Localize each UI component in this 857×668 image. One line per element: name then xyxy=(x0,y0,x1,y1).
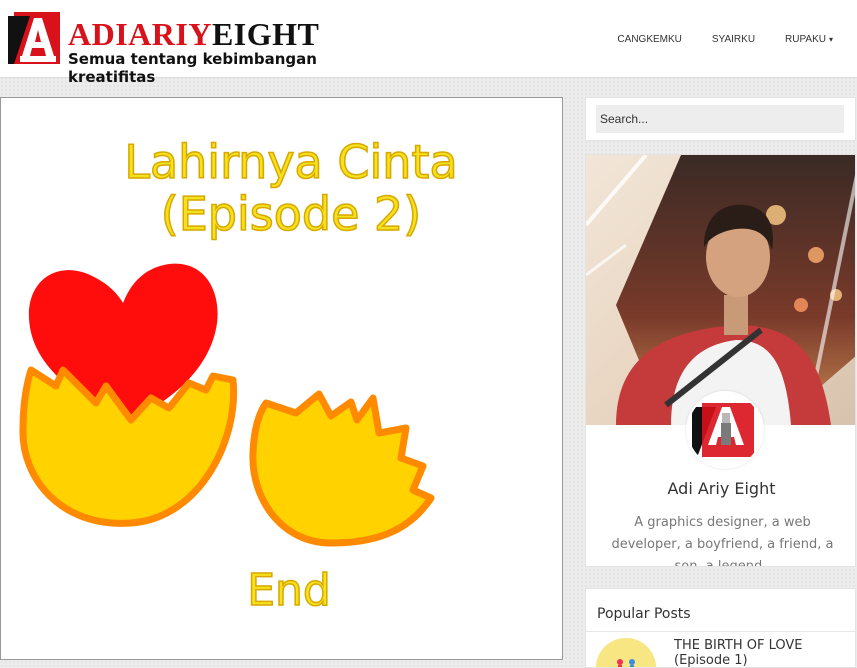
search-widget xyxy=(585,97,856,141)
site-logo[interactable]: ADIARIYEIGHT Semua tentang kebimbangan k… xyxy=(8,12,388,86)
popular-post-thumbnail[interactable] xyxy=(596,638,656,667)
post-image-card[interactable]: Lahirnya Cinta (Episode 2) End xyxy=(0,97,563,660)
logo-wordmark: ADIARIYEIGHT xyxy=(68,18,319,50)
cover-photo-image xyxy=(586,155,855,425)
popular-posts-title: Popular Posts xyxy=(597,606,691,622)
profile-name: Adi Ariy Eight xyxy=(667,479,776,498)
nav-item-rupaku-label: RUPAKU xyxy=(785,34,826,45)
avatar-logo-icon xyxy=(688,393,762,467)
popular-posts-widget: Popular Posts THE BIRTH OF LOVE (Episode… xyxy=(585,588,856,668)
main-nav: CANGKEMKU SYAIRKU RUPAKU ▾ xyxy=(617,34,833,45)
logo-mark-icon xyxy=(8,12,60,64)
post-illustration: Lahirnya Cinta (Episode 2) End xyxy=(19,134,458,617)
site-tagline: Semua tentang kebimbangan kreatifitas xyxy=(68,50,317,86)
illustration-title-line1: Lahirnya Cinta xyxy=(124,135,457,189)
egg-shell-top-icon xyxy=(249,390,435,547)
illustration-title-line2: (Episode 2) xyxy=(161,187,421,241)
site-header: ADIARIYEIGHT Semua tentang kebimbangan k… xyxy=(0,0,857,86)
avatar[interactable] xyxy=(686,391,764,469)
nav-item-syairku[interactable]: SYAIRKU xyxy=(712,34,755,45)
profile-widget: Adi Ariy Eight A graphics designer, a we… xyxy=(585,154,856,567)
popular-post-thumbnail-image xyxy=(596,638,656,667)
logo-wordmark-black: EIGHT xyxy=(211,16,320,52)
profile-bio: A graphics designer, a web developer, a … xyxy=(611,515,834,567)
popular-post-link[interactable]: THE BIRTH OF LOVE (Episode 1) xyxy=(674,638,844,667)
caret-down-icon: ▾ xyxy=(828,35,833,44)
logo-wordmark-red: ADIARIY xyxy=(68,16,212,52)
illustration-end-text: End xyxy=(247,565,331,616)
popular-posts-divider xyxy=(586,631,855,632)
nav-item-rupaku[interactable]: RUPAKU ▾ xyxy=(785,34,833,45)
search-input[interactable] xyxy=(596,105,844,133)
profile-cover-photo xyxy=(586,155,855,425)
nav-item-cangkemku[interactable]: CANGKEMKU xyxy=(617,34,681,45)
